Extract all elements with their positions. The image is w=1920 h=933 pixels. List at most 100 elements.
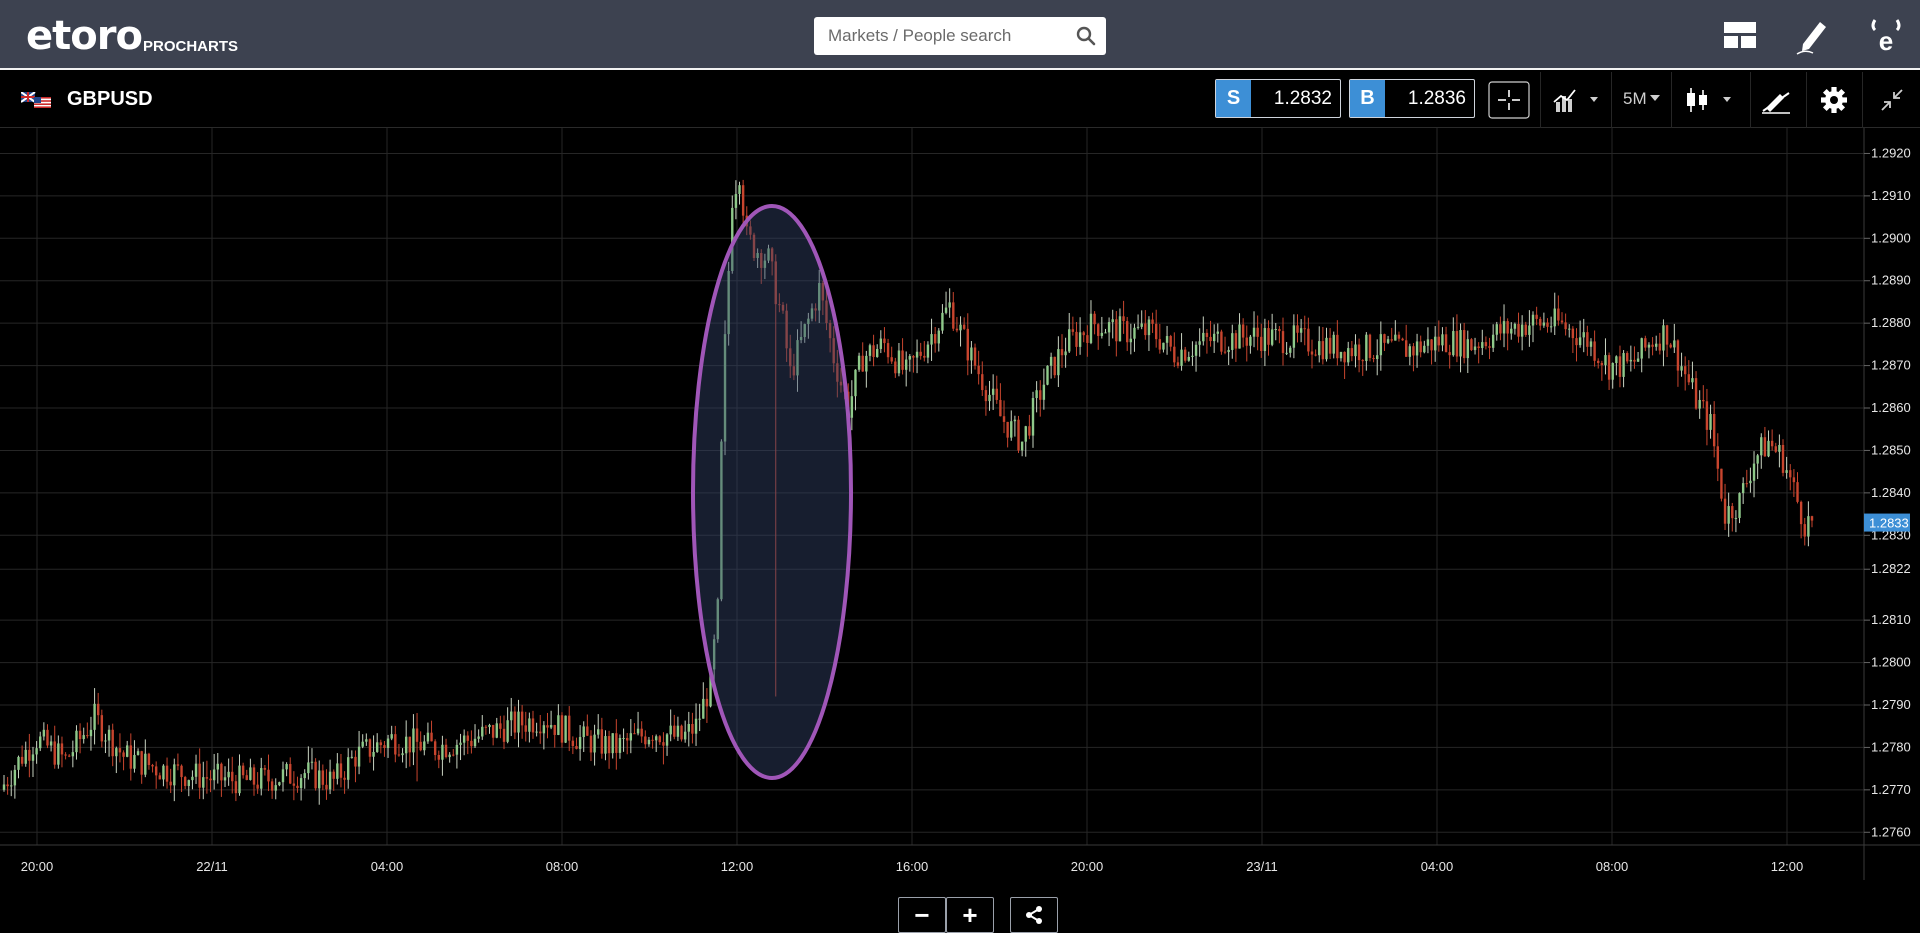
candle-body (209, 778, 212, 781)
drawing-icon[interactable] (1756, 72, 1796, 128)
candle-body (1165, 336, 1169, 343)
candle-body (933, 334, 937, 344)
candle-body (227, 771, 230, 778)
candle-body (1607, 355, 1611, 380)
candle-body (375, 742, 379, 752)
candle-body (1140, 323, 1143, 327)
candle-body (404, 736, 408, 754)
instrument-symbol[interactable]: GBPUSD (67, 88, 153, 111)
x-tick-label: 04:00 (1421, 859, 1454, 874)
indicators-icon[interactable] (1548, 72, 1604, 128)
collapse-icon[interactable] (1872, 72, 1912, 128)
candle-body (89, 729, 93, 737)
candle-body (1339, 351, 1343, 359)
sell-price: 1.2832 (1273, 88, 1332, 109)
candle-body (1202, 332, 1205, 342)
candle-body (520, 711, 524, 726)
candle-body (633, 733, 636, 735)
zoom-out-button[interactable]: − (898, 897, 946, 933)
candle-body (1147, 319, 1151, 336)
candle-body (1593, 341, 1596, 361)
candle-body (568, 715, 571, 741)
candle-body (202, 777, 205, 788)
y-tick-label: 1.2790 (1871, 697, 1911, 712)
candle-body (1626, 353, 1629, 362)
candle-body (1702, 399, 1705, 402)
sell-button[interactable]: S 1.2832 (1215, 79, 1341, 118)
chevron-down-icon (1650, 95, 1660, 101)
candle-body (1158, 339, 1162, 350)
candle-body (582, 726, 585, 738)
candle-body (24, 749, 27, 764)
chart-canvas[interactable]: 1.2920 1.2910 1.2900 1.2890 1.2880 1.2870 1.28… (0, 128, 1920, 880)
candle-body (466, 735, 469, 741)
candle-body (165, 765, 169, 782)
candle-body (741, 185, 745, 216)
candle-body (169, 781, 172, 786)
candle-body (705, 698, 709, 707)
candle-body (423, 741, 426, 751)
candle-body (883, 338, 886, 344)
candle-body (1191, 355, 1194, 357)
candle-body (260, 768, 263, 789)
candle-body (1379, 334, 1383, 356)
candle-body (1122, 316, 1125, 322)
candle-body (524, 725, 527, 732)
candle-body (926, 344, 930, 358)
candle-body (1057, 349, 1060, 376)
edit-icon[interactable] (1793, 16, 1833, 56)
candle-body (281, 769, 285, 783)
candle-body (332, 771, 335, 779)
candle-body (234, 781, 238, 794)
timeframe-select[interactable]: 5M (1620, 72, 1664, 128)
candle-body (589, 735, 593, 753)
candle-body (154, 766, 158, 776)
candle-body (683, 731, 687, 740)
candle-body (318, 770, 321, 789)
candle-body (1212, 333, 1216, 342)
toolbar-divider (1671, 72, 1672, 128)
y-tick-label: 1.2822 (1871, 561, 1911, 576)
candle-body (586, 726, 589, 736)
candle-body (1473, 346, 1477, 351)
candle-body (1520, 324, 1524, 337)
search-icon[interactable] (1076, 26, 1096, 46)
candle-body (1270, 329, 1274, 345)
candle-body (948, 302, 951, 308)
zoom-in-button[interactable]: + (946, 897, 994, 933)
candle-body (1144, 323, 1147, 336)
candle-body (180, 765, 183, 778)
candle-body (13, 769, 17, 786)
candle-body (1285, 352, 1288, 354)
layout-icon[interactable] (1720, 16, 1760, 56)
etoro-e-icon[interactable]: e (1866, 16, 1906, 56)
candle-body (636, 728, 640, 734)
candle-body (383, 745, 386, 749)
candle-body (1662, 325, 1665, 351)
search-box[interactable] (814, 17, 1106, 55)
candle-body (1448, 352, 1451, 356)
candle-body (17, 756, 20, 770)
price-chart[interactable]: 1.2920 1.2910 1.2900 1.2890 1.2880 1.2870 1.28… (0, 128, 1920, 933)
search-input[interactable] (814, 17, 1078, 55)
candle-body (517, 711, 520, 733)
candle-body (129, 745, 133, 769)
crosshair-icon[interactable] (1487, 72, 1531, 128)
candle-body (1629, 359, 1633, 362)
candles-icon[interactable] (1679, 72, 1741, 128)
candle-body (1111, 319, 1114, 323)
candle-body (912, 356, 915, 358)
instrument-bar: GBPUSD S 1.2832 B 1.2836 5M (0, 72, 1920, 128)
settings-icon[interactable] (1817, 72, 1851, 128)
candle-body (238, 765, 241, 794)
share-button[interactable] (1010, 897, 1058, 933)
buy-label: B (1350, 80, 1385, 117)
candle-body (698, 718, 701, 720)
candle-body (1513, 323, 1517, 329)
candle-body (470, 740, 473, 747)
candle-body (1227, 349, 1230, 353)
candle-body (1216, 331, 1219, 334)
buy-button[interactable]: B 1.2836 (1349, 79, 1475, 118)
candle-body (1289, 347, 1292, 353)
candle-body (1633, 359, 1636, 362)
